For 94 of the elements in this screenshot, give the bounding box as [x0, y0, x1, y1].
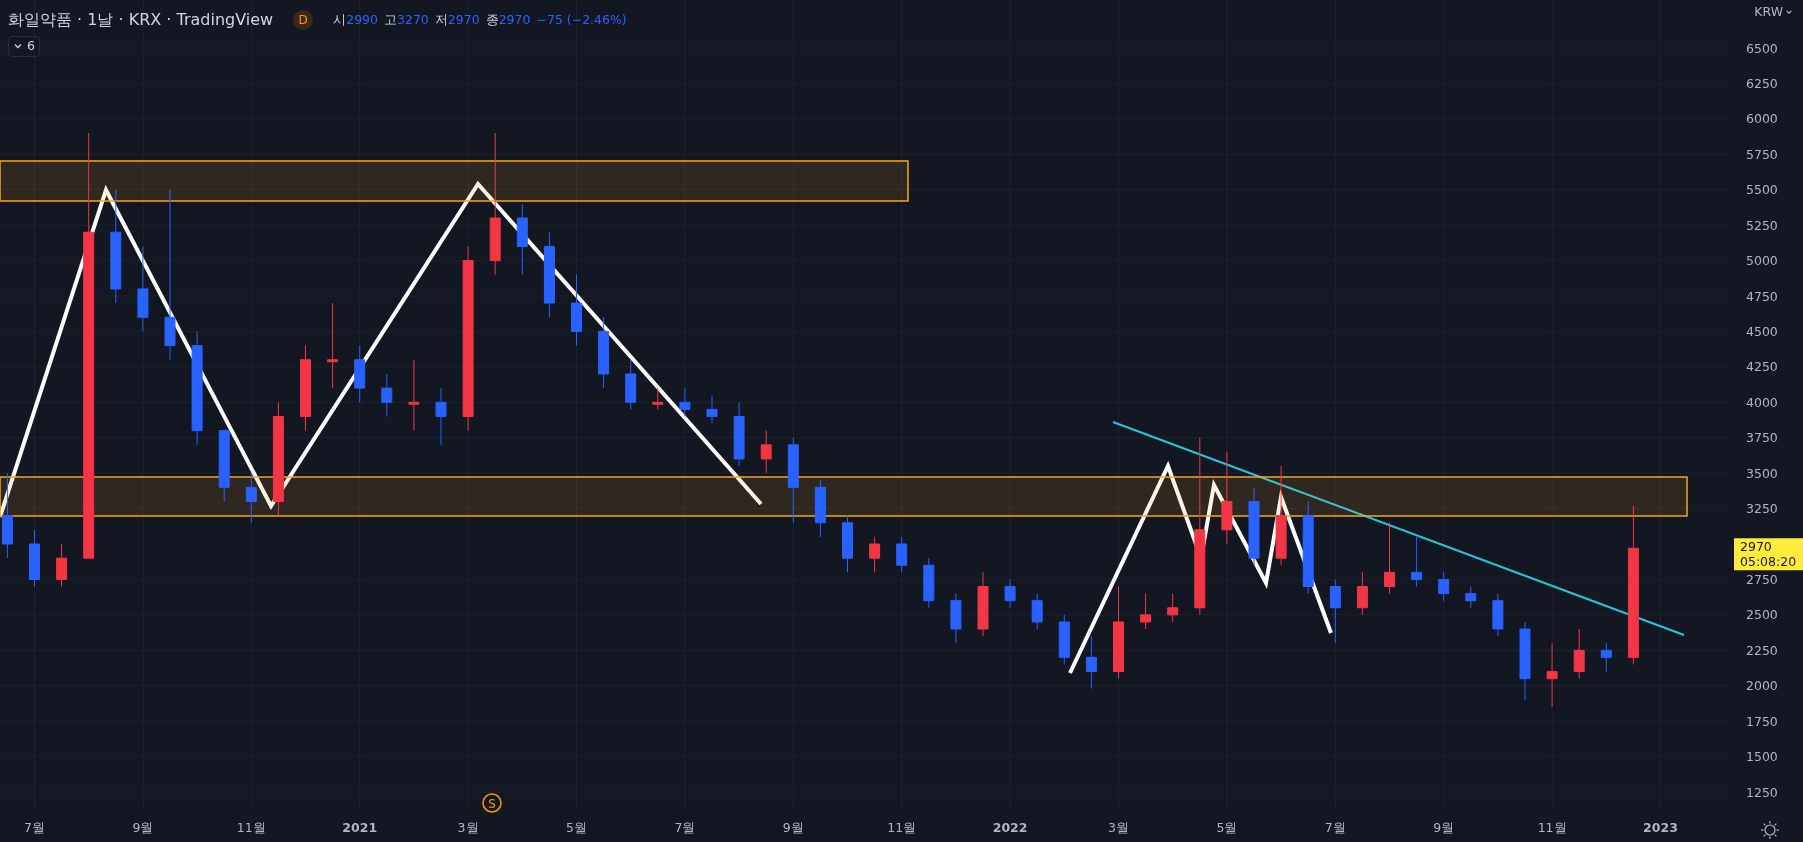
last-price-label: 2970 05:08:20: [1734, 538, 1803, 571]
time-axis-label: 11월: [236, 820, 266, 835]
candle: [381, 373, 393, 417]
candle: [1167, 593, 1179, 623]
currency-selector[interactable]: KRW: [1754, 3, 1793, 22]
price-axis-label: 4000: [1746, 394, 1778, 410]
candle: [923, 557, 935, 609]
candle: [1004, 578, 1016, 609]
candle: [354, 345, 366, 403]
candle: [950, 593, 962, 644]
candle: [869, 536, 881, 573]
time-axis-label: 9월: [782, 820, 804, 835]
time-axis-label: 11월: [1537, 820, 1567, 835]
time-axis-label: 5월: [1216, 820, 1238, 835]
candle: [218, 430, 230, 502]
price-change: −75 (−2.46%): [536, 10, 627, 29]
candle: [1546, 642, 1558, 708]
ohlc-value: 2970: [447, 10, 480, 29]
price-axis-label: 4250: [1746, 359, 1778, 375]
interval-badge: D: [293, 10, 314, 30]
candle: [760, 430, 772, 474]
ohlc-label: 시: [333, 10, 347, 29]
price-axis-label: 2750: [1746, 571, 1778, 587]
ohlc-value: 2990: [346, 10, 378, 29]
candle: [679, 387, 691, 417]
symbol-title: 화일약품 · 1날 · KRX · TradingView: [8, 9, 274, 31]
time-axis-label: 5월: [566, 820, 587, 835]
time-axis-label: 9월: [1433, 820, 1455, 835]
time-axis-label: 9월: [132, 820, 154, 835]
time-axis-label: 7월: [24, 820, 45, 835]
candle: [29, 529, 40, 587]
candle: [435, 387, 447, 446]
ohlc-label: 저: [434, 10, 448, 29]
ohlc-value: 2970: [498, 10, 531, 29]
ohlc-label: 고: [384, 10, 397, 29]
indicators-toggle[interactable]: 6: [8, 36, 40, 57]
candle: [1058, 614, 1070, 665]
candle: [733, 401, 745, 467]
price-axis-label: 5250: [1746, 217, 1778, 233]
price-axis-label: 5000: [1746, 253, 1778, 269]
price-zone[interactable]: [0, 476, 1688, 517]
time-axis-label: 3월: [1108, 820, 1129, 835]
time-axis-label: 7월: [1324, 820, 1346, 835]
time-axis-label: 7월: [674, 820, 696, 835]
time-axis-label: 11월: [887, 820, 917, 835]
candle: [814, 479, 826, 538]
candle: [1031, 593, 1043, 630]
time-axis-label: 3월: [457, 820, 479, 835]
price-axis-label: 2000: [1746, 678, 1778, 694]
ohlc-value: 3270: [397, 10, 429, 29]
candle: [56, 543, 68, 587]
candle: [652, 387, 664, 410]
price-axis-label: 3750: [1746, 430, 1778, 446]
candle: [245, 472, 257, 524]
candle: [1329, 578, 1341, 644]
price-axis-label: 1750: [1746, 713, 1778, 729]
price-axis-label: 1250: [1746, 784, 1778, 800]
candle: [1465, 586, 1477, 609]
time-axis-label: 2022: [992, 820, 1028, 835]
price-axis-label: 1500: [1746, 749, 1778, 765]
price-axis-label: 3500: [1746, 465, 1778, 481]
price-axis-label: 6250: [1746, 75, 1778, 91]
candle: [842, 515, 853, 573]
price-axis-label: 5750: [1746, 146, 1778, 162]
candle: [1600, 642, 1612, 673]
candle: [896, 536, 908, 573]
chevron-down-icon: [1785, 8, 1793, 17]
candle: [1085, 635, 1097, 690]
settings-icon[interactable]: [1760, 820, 1780, 840]
zigzag-line[interactable]: [1068, 460, 1333, 674]
candle: [625, 359, 637, 410]
candle: [1411, 536, 1423, 587]
price-axis-label: 6500: [1746, 40, 1778, 56]
candle: [1573, 628, 1585, 680]
candle: [1492, 593, 1504, 637]
time-axis-label: 2021: [342, 820, 378, 835]
price-axis-label: 5500: [1746, 182, 1778, 198]
event-marker[interactable]: S: [482, 793, 502, 813]
ohlc-label: 종: [485, 10, 499, 29]
candle: [1356, 571, 1368, 616]
price-axis-label: 6000: [1746, 111, 1778, 127]
trend-line[interactable]: [1112, 421, 1685, 636]
time-axis-label: 2023: [1643, 820, 1678, 835]
price-zone[interactable]: [0, 160, 909, 202]
candle: [977, 571, 989, 637]
price-axis-label: 2250: [1746, 642, 1778, 658]
candle: [706, 394, 718, 425]
price-axis-label: 2500: [1746, 607, 1778, 623]
candle: [1140, 593, 1152, 630]
price-axis-label: 3250: [1746, 501, 1778, 517]
zigzag-line[interactable]: [0, 180, 763, 518]
price-axis-label: 4500: [1746, 323, 1778, 339]
candle: [1438, 571, 1450, 602]
price-axis-label: 4750: [1746, 288, 1778, 304]
